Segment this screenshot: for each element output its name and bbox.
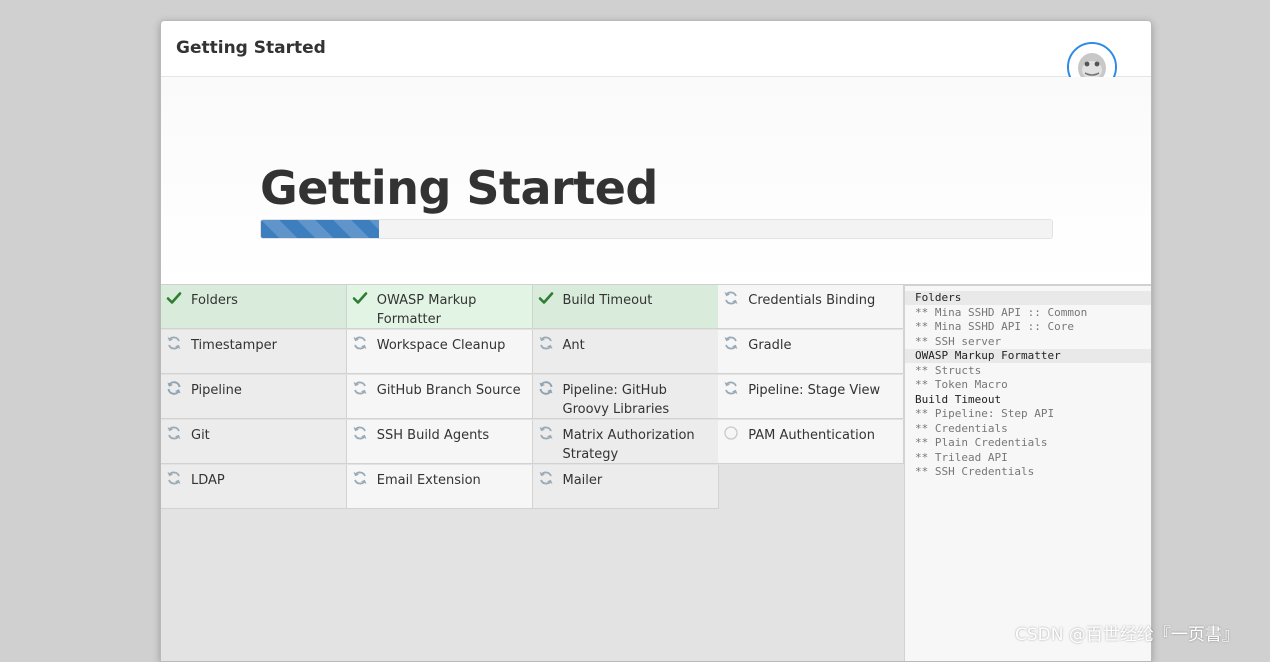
refresh-icon — [723, 380, 739, 396]
refresh-icon — [538, 335, 554, 351]
refresh-icon — [538, 380, 554, 396]
plugin-label: Pipeline — [191, 383, 242, 398]
log-dependency-line: ** Token Macro — [915, 378, 1008, 391]
plugin-item: Timestamper — [161, 330, 347, 374]
plugin-label: Email Extension — [376, 473, 481, 488]
log-plugin-line: OWASP Markup Formatter — [905, 349, 1151, 363]
log-dependency-line: ** Plain Credentials — [915, 436, 1048, 449]
plugin-label: Ant — [562, 338, 585, 353]
plugin-label: Matrix Authorization Strategy — [562, 428, 695, 462]
plugin-label: Git — [191, 428, 210, 443]
plugin-item: Pipeline — [161, 375, 347, 419]
plugin-item: Workspace Cleanup — [346, 330, 533, 374]
log-dependency-line: ** Structs — [915, 363, 982, 377]
refresh-icon — [538, 425, 554, 441]
plugin-label: Timestamper — [191, 338, 277, 353]
plugin-item: Gradle — [718, 330, 905, 374]
refresh-icon — [352, 470, 368, 486]
plugin-item: Pipeline: Stage View — [718, 375, 905, 419]
check-icon — [352, 290, 368, 306]
plugin-label: PAM Authentication — [748, 428, 875, 443]
watermark: CSDN @百世经纶『一页書』 — [1015, 625, 1239, 645]
plugin-label: Folders — [191, 293, 238, 308]
page-title: Getting Started — [260, 161, 658, 215]
log-dependency-line: ** Credentials — [915, 421, 1008, 435]
refresh-icon — [538, 470, 554, 486]
plugin-item: Build Timeout — [532, 285, 719, 329]
refresh-icon — [352, 335, 368, 351]
plugin-label: Pipeline: Stage View — [748, 383, 881, 398]
plugin-item: Folders — [161, 285, 347, 329]
plugin-label: OWASP Markup Formatter — [376, 293, 477, 327]
log-dependency-line: ** Trilead API — [915, 450, 1008, 464]
refresh-icon — [723, 335, 739, 351]
plugin-item: Pipeline: GitHub Groovy Libraries — [532, 375, 719, 419]
circle-icon — [723, 425, 739, 441]
plugin-item: GitHub Branch Source — [346, 375, 533, 419]
install-progress-bar — [260, 219, 1053, 239]
log-dependency-line: ** Mina SSHD API :: Common — [915, 305, 1088, 319]
plugin-label: Pipeline: GitHub Groovy Libraries — [562, 383, 670, 417]
plugin-item: Git — [161, 420, 347, 464]
refresh-icon — [166, 380, 182, 396]
install-log[interactable]: Folders ** Mina SSHD API :: Common ** Mina… — [904, 285, 1151, 661]
plugin-item: PAM Authentication — [718, 420, 905, 464]
refresh-icon — [166, 335, 182, 351]
log-plugin-line: Build Timeout — [915, 392, 1002, 406]
log-dependency-line: ** SSH Credentials — [915, 465, 1035, 478]
plugin-label: Credentials Binding — [748, 293, 876, 308]
plugin-label: GitHub Branch Source — [376, 383, 521, 398]
plugin-item: Credentials Binding — [718, 285, 905, 329]
plugin-item: Mailer — [532, 465, 719, 509]
plugin-label: LDAP — [191, 473, 225, 488]
plugin-item: SSH Build Agents — [346, 420, 533, 464]
plugin-item: Ant — [532, 330, 719, 374]
dialog-header: Getting Started — [161, 21, 1151, 92]
hero-section: Getting Started — [161, 77, 1151, 285]
plugin-label: Gradle — [748, 338, 792, 353]
dialog-title: Getting Started — [176, 38, 326, 58]
install-progress-fill — [261, 220, 379, 238]
refresh-icon — [352, 380, 368, 396]
check-icon — [538, 290, 554, 306]
check-icon — [166, 290, 182, 306]
plugin-item: Email Extension — [346, 465, 533, 509]
refresh-icon — [352, 425, 368, 441]
plugin-grid: Folders OWASP Markup Formatter Build Timeo… — [161, 285, 905, 661]
plugin-label: Build Timeout — [562, 293, 653, 308]
log-plugin-line: Folders — [905, 291, 1151, 305]
refresh-icon — [166, 425, 182, 441]
log-dependency-line: ** Mina SSHD API :: Core — [915, 320, 1074, 333]
plugin-item: OWASP Markup Formatter — [346, 285, 533, 329]
plugin-label: SSH Build Agents — [376, 428, 490, 443]
refresh-icon — [166, 470, 182, 486]
log-dependency-line: ** SSH server — [915, 334, 1002, 348]
plugin-label: Workspace Cleanup — [376, 338, 506, 353]
refresh-icon — [723, 290, 739, 306]
plugin-item: LDAP — [161, 465, 347, 509]
setup-wizard-dialog: Getting Started Getting Started Folders O… — [160, 20, 1152, 662]
plugin-item: Matrix Authorization Strategy — [532, 420, 719, 464]
plugin-label: Mailer — [562, 473, 603, 488]
log-dependency-line: ** Pipeline: Step API — [915, 407, 1055, 420]
